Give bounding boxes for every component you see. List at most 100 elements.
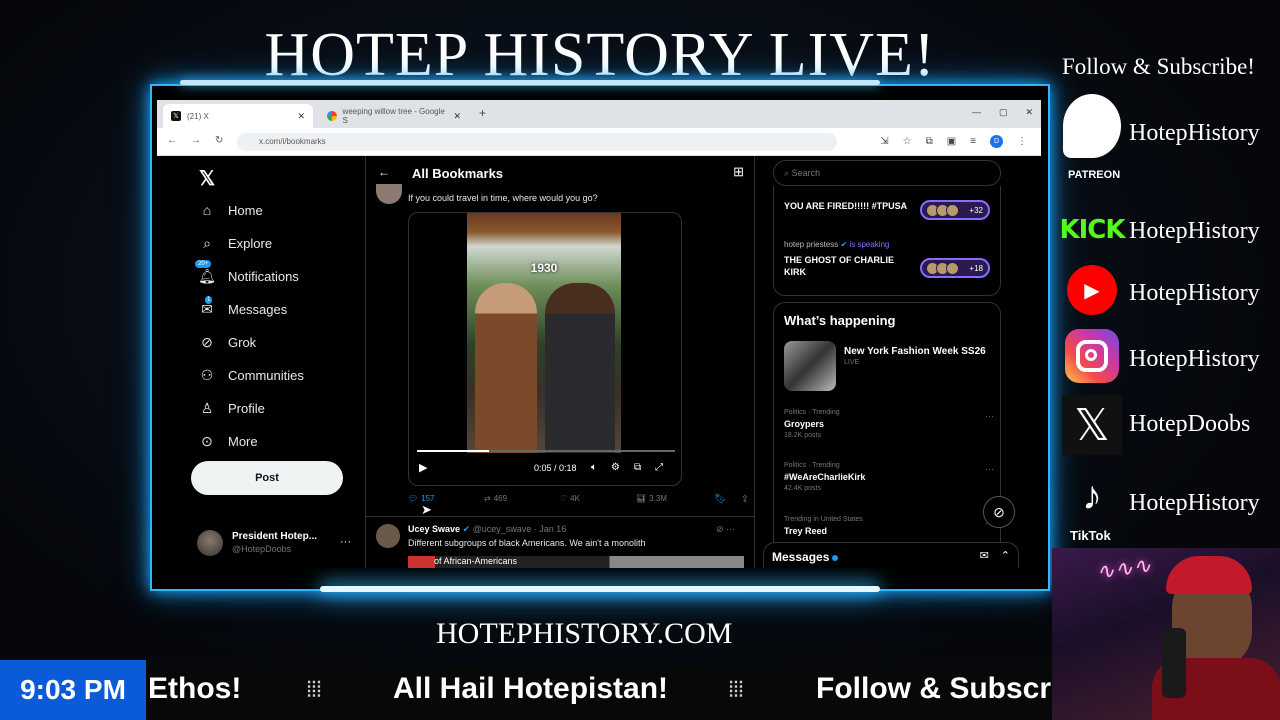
back-arrow-icon[interactable]: ← <box>378 165 390 179</box>
menu-icon[interactable]: ⋮ <box>1017 136 1027 147</box>
trend-item[interactable]: Politics · Trending Groypers 18.2K posts… <box>784 409 994 439</box>
extensions-icon[interactable]: ⧉ <box>926 136 933 147</box>
close-window-icon[interactable]: ✕ <box>1025 107 1033 118</box>
section-title: What’s happening <box>784 313 896 328</box>
bookmark-icon[interactable]: 🔖︎ <box>714 494 727 505</box>
video-caption: 1930 <box>530 261 558 275</box>
account-switcher[interactable]: President Hotep... @HotepDoobs ··· <box>197 528 357 558</box>
video-frame <box>467 213 621 453</box>
profile-avatar-icon[interactable]: D <box>990 135 1003 148</box>
news-ticker: 9:03 PM Ethos! ⦙⦙⦙ All Hail Hotepistan! … <box>0 660 1052 720</box>
back-icon[interactable]: ← <box>167 135 177 146</box>
unread-dot <box>832 555 839 561</box>
tab-x[interactable]: 𝕏 (21) X ✕ <box>163 104 313 128</box>
new-message-icon[interactable]: ✉ <box>980 549 989 562</box>
nav-messages[interactable]: ✉ 1 Messages <box>199 296 288 317</box>
profile-icon: ♙ <box>200 399 214 416</box>
views-button[interactable]: 📊︎ 3.3M <box>636 494 667 503</box>
pip-icon[interactable]: ⧉ <box>634 462 641 473</box>
split-icon[interactable]: ▣ <box>947 136 956 147</box>
media-icon[interactable]: ≡ <box>970 136 976 147</box>
nav-communities[interactable]: ⚇ Communities <box>199 367 304 383</box>
reload-icon[interactable]: ↻ <box>215 135 223 146</box>
nav-more[interactable]: ⊙ More <box>199 433 258 449</box>
message-badge: 1 <box>205 296 213 304</box>
trend-item[interactable]: Politics · Trending #WeAreCharlieKirk 42… <box>784 462 994 492</box>
space-title[interactable]: THE GHOST OF CHARLIE KIRK <box>784 254 914 278</box>
video-player[interactable]: 1930 ▶ 0:05 / 0:18 🔈︎ ⚙ ⧉ ⤢ <box>408 212 682 486</box>
nav-explore[interactable]: ⌕ Explore <box>199 235 272 251</box>
close-tab-icon[interactable]: ✕ <box>453 111 461 122</box>
social-instagram: HotepHistory <box>1062 326 1280 390</box>
messages-drawer[interactable]: Messages ✉ ⌃ <box>763 542 1019 568</box>
forward-icon[interactable]: → <box>191 135 201 146</box>
more-dots-icon[interactable]: ··· <box>726 524 735 534</box>
more-dots-icon[interactable]: ··· <box>985 411 994 421</box>
minimize-icon[interactable]: — <box>972 107 981 118</box>
tweet-date[interactable]: Jan 16 <box>539 524 566 534</box>
social-kick: KICK HotepHistory <box>1059 200 1280 264</box>
tab-google[interactable]: weeping willow tree - Google S ✕ <box>319 104 469 128</box>
close-tab-icon[interactable]: ✕ <box>297 111 305 122</box>
video-progress-fill <box>417 450 490 452</box>
volume-icon[interactable]: 🔈︎ <box>591 462 597 473</box>
repost-count: 469 <box>493 494 508 503</box>
grok-icon[interactable]: ⊘ <box>716 524 724 534</box>
avatar[interactable] <box>376 524 400 548</box>
play-icon[interactable]: ▶ <box>419 461 427 474</box>
tweet-image[interactable]: of African-Americans <box>408 556 744 568</box>
tweet-handle[interactable]: @ucey_swave <box>473 524 532 534</box>
nav-home[interactable]: ⌂ Home <box>199 202 263 218</box>
video-time: 0:05 / 0:18 <box>534 463 577 473</box>
patreon-label: PATREON <box>1068 169 1121 181</box>
ticker-item: Follow & Subscrib <box>816 672 1052 705</box>
nav-label: Messages <box>228 301 288 317</box>
expand-chevron-icon[interactable]: ⌃ <box>1001 549 1010 562</box>
more-dots-icon[interactable]: ··· <box>340 536 351 548</box>
fullscreen-icon[interactable]: ⤢ <box>655 462 663 473</box>
social-tiktok: ♪ TikTok HotepHistory <box>1062 466 1280 544</box>
tweet-author[interactable]: Ucey Swave <box>408 524 460 534</box>
ticker-clock: 9:03 PM <box>0 660 146 720</box>
space-count: +18 <box>969 263 983 273</box>
new-tab-icon[interactable]: + <box>479 106 486 120</box>
trend-posts: 18.2K posts <box>784 432 821 439</box>
social-handle: HotepHistory <box>1129 490 1260 516</box>
maximize-icon[interactable]: ▢ <box>999 107 1008 118</box>
avatar[interactable] <box>376 184 402 204</box>
repost-button[interactable]: ⇄ 469 <box>484 494 507 503</box>
nav-grok[interactable]: ⊘ Grok <box>199 334 256 350</box>
event-thumbnail[interactable] <box>784 341 836 391</box>
event-name[interactable]: New York Fashion Week SS26 <box>844 346 986 357</box>
url-field[interactable]: x.com/i/bookmarks <box>237 133 837 151</box>
like-button[interactable]: ♡ 4K <box>560 494 580 503</box>
ticker-logo-icon: ⦙⦙⦙ <box>728 677 744 702</box>
post-button[interactable]: Post <box>191 461 343 495</box>
video-progress-bar[interactable] <box>417 450 675 452</box>
more-dots-icon[interactable]: ··· <box>985 464 994 474</box>
messages-drawer-icons: ✉ ⌃ <box>980 549 1010 562</box>
search-icon: ⌕ <box>203 234 211 251</box>
whats-happening-card: What’s happening New York Fashion Week S… <box>773 302 1001 568</box>
grok-float-icon[interactable]: ⊘ <box>983 496 1015 528</box>
space-title[interactable]: YOU ARE FIRED!!!!! #TPUSA <box>784 200 914 212</box>
x-logo-icon[interactable]: 𝕏 <box>199 166 215 191</box>
settings-icon[interactable]: ⚙ <box>611 462 620 473</box>
instagram-icon <box>1062 326 1122 386</box>
search-input[interactable]: ⌕ Search <box>773 160 1001 186</box>
install-icon[interactable]: ⇲ <box>880 136 888 147</box>
tweet-actions-right: 🔖︎ ⇪ <box>714 494 749 505</box>
space-join-pill[interactable]: +18 <box>920 258 990 278</box>
trend-item[interactable]: Trending in United States Trey Reed ··· <box>784 516 994 536</box>
social-handle: HotepHistory <box>1129 218 1260 244</box>
ticker-logo-icon: ⦙⦙⦙ <box>306 677 322 702</box>
video-figure <box>545 283 615 453</box>
bookmark-star-icon[interactable]: ☆ <box>903 136 912 147</box>
space-join-pill[interactable]: +32 <box>920 200 990 220</box>
add-folder-icon[interactable]: ⊞ <box>733 164 744 180</box>
follow-heading: Follow & Subscribe! <box>1062 54 1255 79</box>
nav-profile[interactable]: ♙ Profile <box>199 400 265 416</box>
social-patreon: PATREON HotepHistory <box>1062 94 1280 181</box>
share-icon[interactable]: ⇪ <box>741 494 749 505</box>
nav-notifications[interactable]: 🔔︎ 20+ Notifications <box>195 260 299 284</box>
